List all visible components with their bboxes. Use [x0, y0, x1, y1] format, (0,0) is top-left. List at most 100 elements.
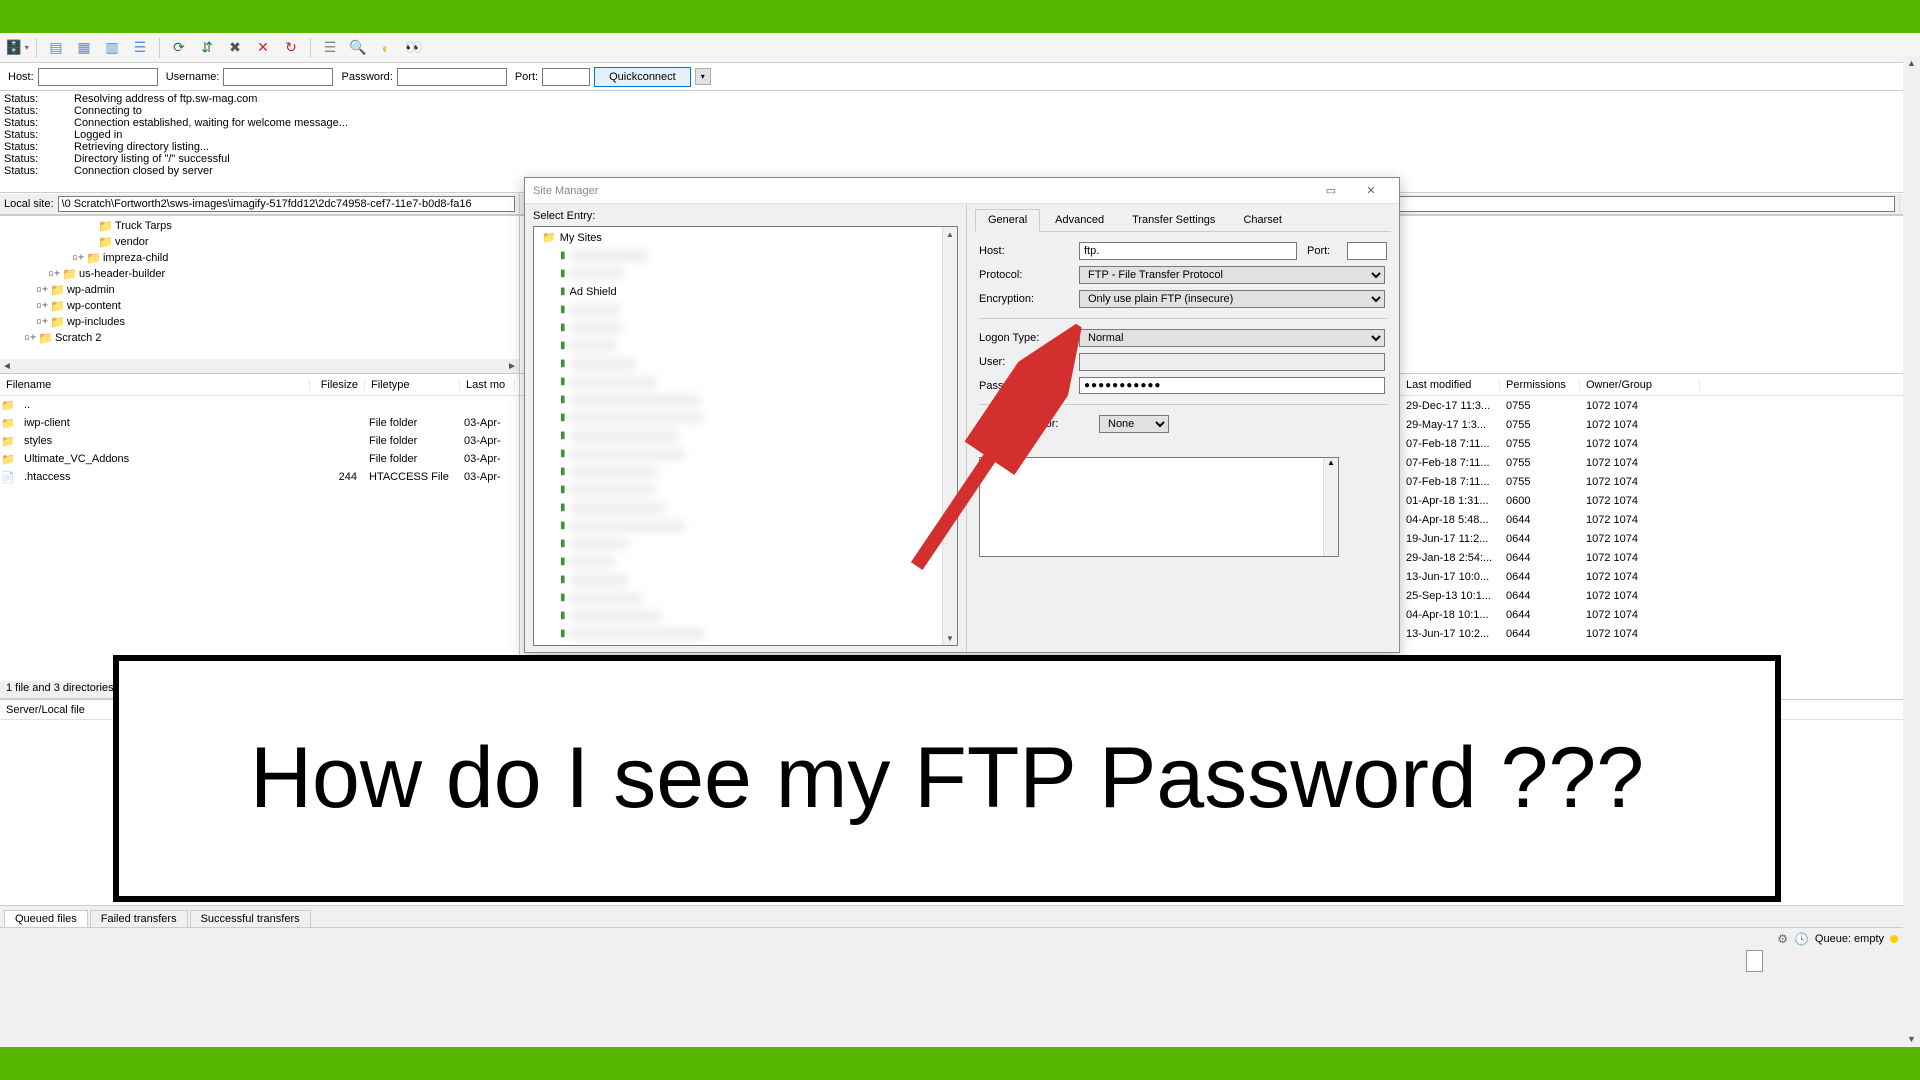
password-input[interactable]	[397, 68, 507, 86]
remote-file-row[interactable]: er07-Feb-18 7:11...07551072 1074	[1370, 472, 1920, 491]
scroll-left-icon[interactable]: ◄	[0, 361, 14, 372]
tree-item[interactable]: ▫+📁Scratch 2	[4, 330, 515, 346]
form-password-input[interactable]	[1079, 377, 1385, 394]
col-filename[interactable]: Filename	[0, 379, 310, 391]
maximize-icon[interactable]: ▭	[1311, 184, 1351, 197]
col-lastmod-remote[interactable]: Last modified	[1400, 379, 1500, 391]
site-tree-item[interactable]: ▮	[538, 499, 953, 517]
col-filetype[interactable]: Filetype	[365, 379, 460, 391]
file-row[interactable]: 📄.htaccess244HTACCESS File03-Apr-	[0, 468, 519, 486]
process-queue-button[interactable]: ⇵	[196, 37, 218, 59]
remote-file-row[interactable]: le19-Jun-17 11:2...06441072 1074	[1370, 529, 1920, 548]
toggle-log-button[interactable]: ▤	[45, 37, 67, 59]
refresh-button[interactable]: ⟳	[168, 37, 190, 59]
col-lastmod[interactable]: Last mo	[460, 379, 515, 391]
tree-item[interactable]: 📁vendor	[4, 234, 515, 250]
sync-browse-button[interactable]: 👀	[403, 37, 425, 59]
queue-col-server[interactable]: Server/Local file	[6, 704, 85, 716]
comments-scroll[interactable]: ▲	[1323, 458, 1338, 556]
tree-item[interactable]: ▫+📁wp-admin	[4, 282, 515, 298]
compare-button[interactable]: ◐	[375, 37, 397, 59]
site-tree-item[interactable]: ▮	[538, 247, 953, 265]
remote-file-row[interactable]: er29-Dec-17 11:3...07551072 1074	[1370, 396, 1920, 415]
scroll-up-icon[interactable]: ▲	[943, 227, 957, 241]
site-tree-root[interactable]: 📁My Sites	[538, 229, 953, 247]
site-tree-item[interactable]: ▮	[538, 589, 953, 607]
site-tree[interactable]: 📁My Sites▮ ▮ ▮Ad Shield▮ ▮ ▮ ▮ ▮ ▮ ▮ ▮ ▮…	[533, 226, 958, 646]
tree-item[interactable]: ▫+📁impreza-child	[4, 250, 515, 266]
remote-file-row[interactable]: SS...04-Apr-18 5:48...06441072 1074	[1370, 510, 1920, 529]
site-tree-item[interactable]: ▮	[538, 463, 953, 481]
file-row[interactable]: 📁iwp-clientFile folder03-Apr-	[0, 414, 519, 432]
remote-file-row[interactable]: er29-May-17 1:3...07551072 1074	[1370, 415, 1920, 434]
file-row[interactable]: 📁..	[0, 396, 519, 414]
username-input[interactable]	[223, 68, 333, 86]
gear-icon[interactable]: ⚙	[1777, 932, 1788, 946]
site-tree-item[interactable]: ▮	[538, 265, 953, 283]
tab-transfer-settings[interactable]: Transfer Settings	[1119, 209, 1228, 232]
remote-file-row[interactable]: 04-Apr-18 10:1...06441072 1074	[1370, 605, 1920, 624]
toggle-remote-tree-button[interactable]: ▥	[101, 37, 123, 59]
disconnect-button[interactable]: ✕	[252, 37, 274, 59]
scroll-down-icon[interactable]: ▼	[1903, 1031, 1920, 1047]
tab-queued-files[interactable]: Queued files	[4, 910, 88, 927]
tree-item[interactable]: ▫+📁wp-content	[4, 298, 515, 314]
remote-list-vscroll[interactable]: ▲ ▼	[1903, 55, 1920, 1047]
remote-file-row[interactable]: er07-Feb-18 7:11...07551072 1074	[1370, 434, 1920, 453]
toggle-queue-button[interactable]: ☰	[129, 37, 151, 59]
site-tree-item[interactable]: ▮	[538, 409, 953, 427]
site-tree-item[interactable]: ▮	[538, 301, 953, 319]
site-tree-item[interactable]: ▮	[538, 319, 953, 337]
form-port-input[interactable]	[1347, 242, 1387, 260]
tab-advanced[interactable]: Advanced	[1042, 209, 1117, 232]
scroll-down-icon[interactable]: ▼	[943, 631, 957, 645]
local-tree[interactable]: 📁Truck Tarps📁vendor▫+📁impreza-child▫+📁us…	[0, 216, 520, 373]
tab-successful-transfers[interactable]: Successful transfers	[190, 910, 311, 927]
remote-file-row[interactable]: er07-Feb-18 7:11...07551072 1074	[1370, 453, 1920, 472]
tab-failed-transfers[interactable]: Failed transfers	[90, 910, 188, 927]
form-user-input[interactable]	[1079, 353, 1385, 371]
scroll-right-icon[interactable]: ►	[505, 361, 519, 372]
local-tree-hscroll[interactable]: ◄ ►	[0, 359, 519, 373]
clock-icon[interactable]: 🕓	[1794, 932, 1809, 946]
remote-file-row[interactable]: le13-Jun-17 10:0...06441072 1074	[1370, 567, 1920, 586]
quickconnect-dropdown[interactable]: ▾	[695, 68, 711, 85]
expand-icon[interactable]: ▫+	[72, 250, 84, 266]
remote-file-row[interactable]: le25-Sep-13 10:1...06441072 1074	[1370, 586, 1920, 605]
col-permissions[interactable]: Permissions	[1500, 379, 1580, 391]
col-filesize[interactable]: Filesize	[310, 379, 365, 391]
form-host-input[interactable]	[1079, 242, 1297, 260]
site-tree-item[interactable]: ▮	[538, 571, 953, 589]
local-site-input[interactable]	[58, 196, 515, 212]
tree-item[interactable]: ▫+📁wp-includes	[4, 314, 515, 330]
expand-icon[interactable]: ▫+	[36, 282, 48, 298]
scroll-up-icon[interactable]: ▲	[1903, 55, 1920, 71]
expand-icon[interactable]: ▫+	[36, 314, 48, 330]
remote-file-row[interactable]: le13-Jun-17 10:2...06441072 1074	[1370, 624, 1920, 643]
tab-general[interactable]: General	[975, 209, 1040, 232]
site-tree-item[interactable]: ▮	[538, 427, 953, 445]
remote-file-row[interactable]: 29-Jan-18 2:54:...06441072 1074	[1370, 548, 1920, 567]
site-tree-item[interactable]: ▮	[538, 481, 953, 499]
site-tree-item[interactable]: ▮	[538, 355, 953, 373]
site-tree-item[interactable]: ▮	[538, 625, 953, 643]
expand-icon[interactable]: ▫+	[24, 330, 36, 346]
quickconnect-button[interactable]: Quickconnect	[594, 67, 691, 87]
scroll-up-icon[interactable]: ▲	[1327, 458, 1335, 467]
tree-item[interactable]: 📁Truck Tarps	[4, 218, 515, 234]
site-tree-item[interactable]: ▮	[538, 445, 953, 463]
site-tree-item[interactable]: ▮	[538, 391, 953, 409]
form-bgcolor-select[interactable]: None	[1099, 415, 1169, 433]
site-tree-scroll[interactable]: ▲ ▼	[942, 227, 957, 645]
form-logon-select[interactable]: Normal	[1079, 329, 1385, 347]
tree-item[interactable]: ▫+📁us-header-builder	[4, 266, 515, 282]
expand-icon[interactable]: ▫+	[48, 266, 60, 282]
file-row[interactable]: 📁stylesFile folder03-Apr-	[0, 432, 519, 450]
host-input[interactable]	[38, 68, 158, 86]
filter-button[interactable]: ☰	[319, 37, 341, 59]
expand-icon[interactable]: ▫+	[36, 298, 48, 314]
col-owner[interactable]: Owner/Group	[1580, 379, 1700, 391]
dialog-titlebar[interactable]: Site Manager ▭ ✕	[525, 178, 1399, 204]
toggle-local-tree-button[interactable]: ▦	[73, 37, 95, 59]
reconnect-button[interactable]: ↻	[280, 37, 302, 59]
